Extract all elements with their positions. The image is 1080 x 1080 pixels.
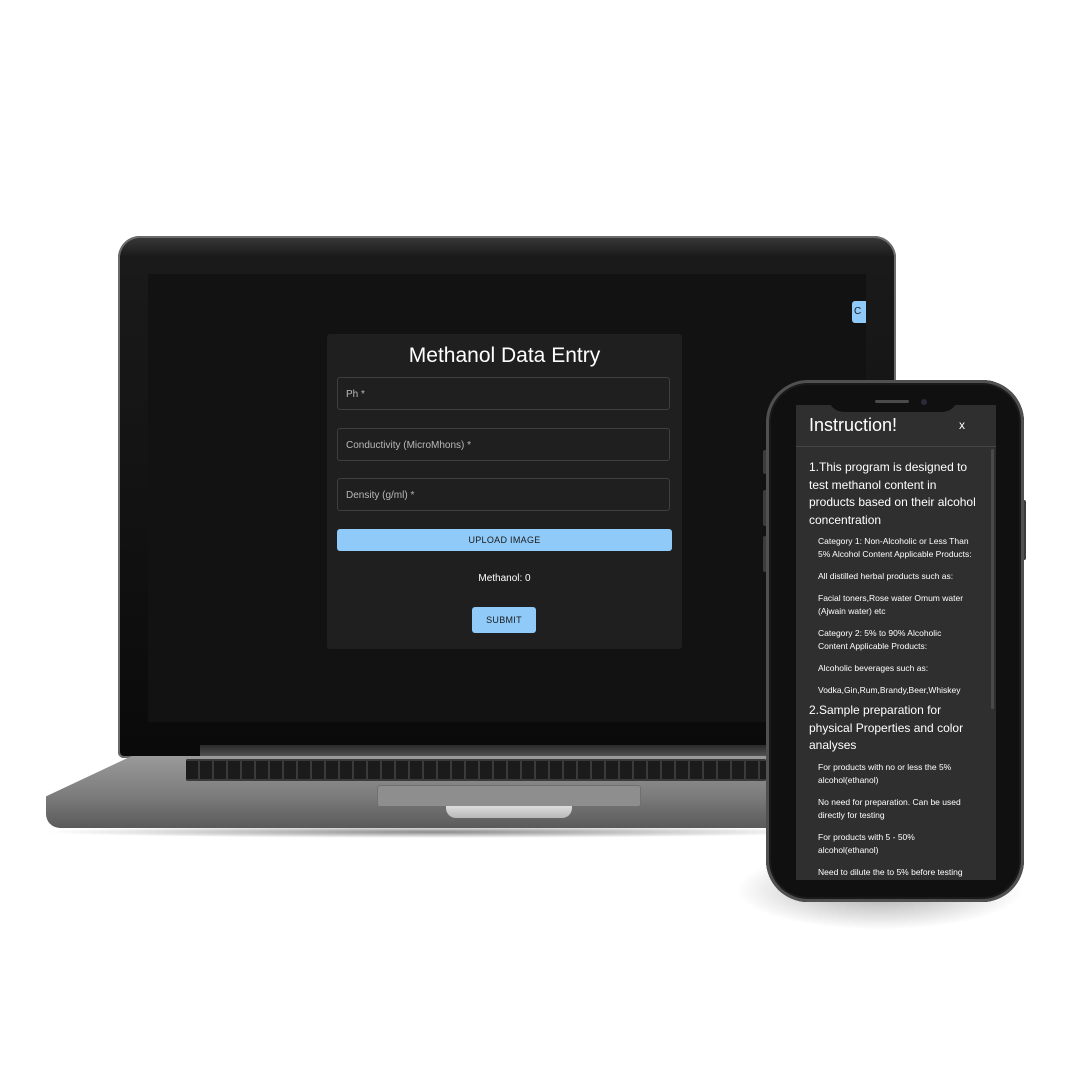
phone-screen: Instruction! x 1.This program is designe… — [796, 405, 996, 880]
section-heading: 2.Sample preparation for physical Proper… — [809, 703, 964, 752]
form-title: Methanol Data Entry — [408, 344, 601, 367]
methanol-result: Methanol: 0 — [478, 573, 531, 584]
close-button[interactable]: x — [959, 418, 965, 432]
upload-image-button[interactable]: UPLOAD IMAGE — [337, 529, 672, 551]
conductivity-field-label: Conductivity (MicroMhons) * — [346, 440, 472, 451]
instruction-item: Facial toners,Rose water Omum water (Ajw… — [818, 593, 964, 616]
speaker-grille — [875, 400, 909, 403]
instruction-item: Alcoholic beverages such as: — [818, 663, 929, 673]
instruction-item: Need to dilute the to 5% before testing — [818, 866, 963, 877]
density-field-label: Density (g/ml) * — [346, 490, 415, 501]
conductivity-field[interactable]: Conductivity (MicroMhons) * — [337, 428, 670, 461]
laptop-trackpad — [377, 785, 641, 807]
corner-button-label: C — [854, 306, 862, 317]
ph-field[interactable]: Ph * — [337, 377, 670, 410]
dialog-scrollbar[interactable] — [991, 449, 994, 709]
section-heading: 1.This program is designed to test metha… — [809, 460, 976, 527]
laptop-screen: C Methanol Data Entry Ph * Conductivity … — [148, 274, 866, 722]
instruction-item: Vodka,Gin,Rum,Brandy,Beer,Whiskey — [818, 685, 961, 695]
density-field[interactable]: Density (g/ml) * — [337, 478, 670, 511]
dialog-body: 1.This program is designed to test metha… — [796, 459, 988, 880]
laptop-hinge — [200, 745, 800, 757]
dialog-title: Instruction! — [809, 415, 898, 435]
instruction-item: Category 1: Non-Alcoholic or Less Than 5… — [818, 536, 972, 559]
camera-icon — [921, 399, 927, 405]
phone-notch — [828, 394, 958, 412]
corner-button[interactable]: C — [852, 301, 866, 323]
instruction-item: For products with no or less the 5% alco… — [818, 761, 952, 785]
methanol-form-card: Methanol Data Entry Ph * Conductivity (M… — [327, 334, 682, 649]
instruction-item: All distilled herbal products such as: — [818, 571, 954, 581]
instruction-item: Category 2: 5% to 90% Alcoholic Content … — [818, 628, 942, 651]
ph-field-label: Ph * — [346, 389, 365, 400]
instruction-item: For products with 5 - 50% alcohol(ethano… — [818, 831, 915, 855]
submit-button[interactable]: SUBMIT — [472, 607, 536, 633]
laptop-keyboard — [186, 759, 766, 781]
laptop-front-notch — [446, 806, 572, 818]
instruction-item: No need for preparation. Can be used dir… — [818, 796, 961, 820]
